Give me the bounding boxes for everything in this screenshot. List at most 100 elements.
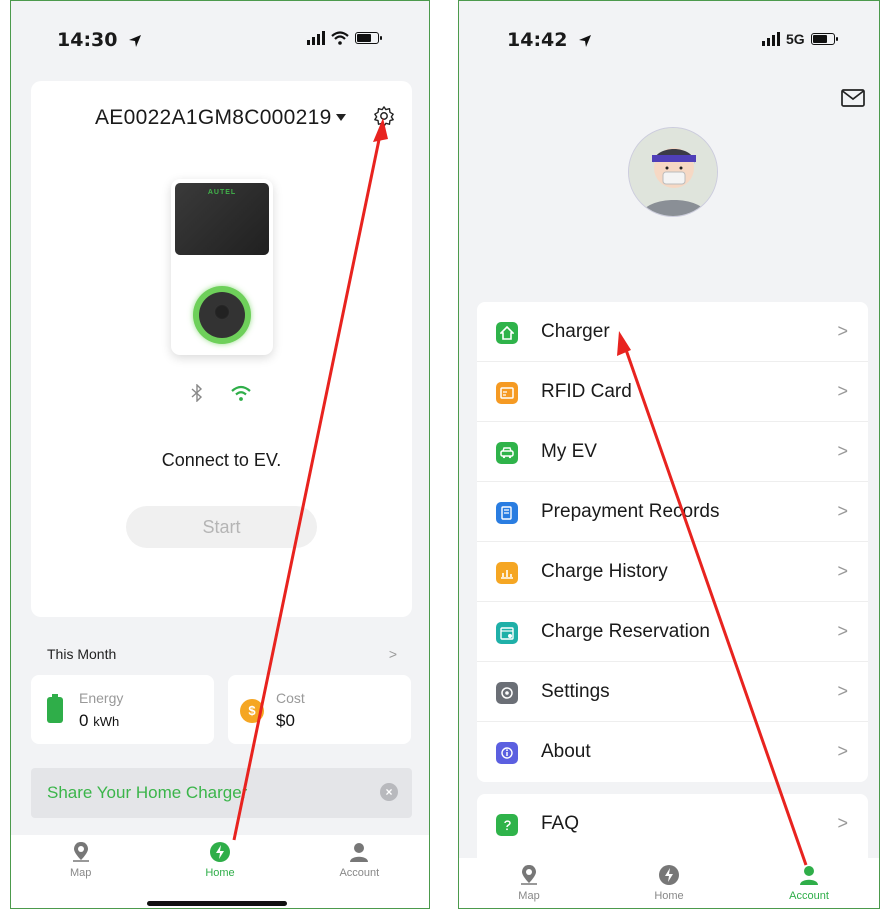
card-icon bbox=[496, 382, 518, 404]
chevron-right-icon: > bbox=[837, 681, 848, 701]
status-indicators: 5G bbox=[762, 31, 838, 47]
chevron-right-icon: > bbox=[837, 441, 848, 461]
charger-image: AUTEL bbox=[171, 179, 273, 355]
charger-id-selector[interactable]: AE0022A1GM8C000219 bbox=[95, 106, 332, 130]
mail-icon[interactable] bbox=[841, 89, 865, 107]
battery-energy-icon bbox=[47, 694, 63, 723]
calendar-icon bbox=[496, 622, 518, 644]
menu-item-label: FAQ bbox=[541, 813, 580, 834]
menu-item-my-ev[interactable]: My EV > bbox=[477, 422, 868, 482]
map-pin-icon bbox=[72, 842, 89, 862]
battery-icon bbox=[810, 33, 838, 45]
account-menu: Charger > RFID Card > My EV > Prepayment… bbox=[477, 302, 868, 782]
battery-icon bbox=[355, 32, 382, 44]
charger-status-ring bbox=[193, 286, 251, 344]
bolt-icon bbox=[209, 842, 230, 862]
charger-display: AUTEL bbox=[175, 183, 269, 255]
share-charger-banner[interactable]: Share Your Home Charger × bbox=[31, 768, 412, 818]
chevron-right-icon: > bbox=[837, 621, 848, 641]
person-icon bbox=[800, 866, 818, 885]
tab-map-label: Map bbox=[69, 867, 92, 879]
chevron-right-icon: > bbox=[388, 646, 397, 662]
location-arrow-icon bbox=[579, 34, 592, 47]
receipt-icon bbox=[496, 502, 518, 524]
menu-item-label: Charger bbox=[541, 321, 610, 342]
status-time: 14:42 bbox=[507, 29, 592, 51]
cost-card: $ Cost $0 bbox=[228, 675, 411, 744]
start-button[interactable]: Start bbox=[126, 506, 317, 548]
question-icon bbox=[496, 814, 518, 836]
account-screen: 14:42 5G Charger > RFID Card > My EV > P… bbox=[458, 0, 880, 909]
tab-home[interactable]: Home bbox=[150, 835, 289, 908]
status-indicators bbox=[307, 31, 382, 45]
cost-label: Cost bbox=[276, 690, 305, 706]
status-bar: 14:42 5G bbox=[459, 1, 879, 71]
bolt-icon bbox=[659, 865, 679, 885]
share-charger-text[interactable]: Share Your Home Charger bbox=[47, 783, 247, 803]
cellular-signal-icon bbox=[762, 32, 780, 46]
tab-map[interactable]: Map bbox=[11, 835, 150, 908]
avatar[interactable] bbox=[628, 127, 718, 217]
connection-status-text: Connect to EV. bbox=[161, 450, 282, 470]
home-screen: 14:30 AE0022A1GM8C000219 AUTEL Connect t… bbox=[10, 0, 430, 909]
menu-item-label: My EV bbox=[541, 441, 597, 462]
faq-card: FAQ > bbox=[477, 794, 868, 858]
menu-item-charge-history[interactable]: Charge History > bbox=[477, 542, 868, 602]
settings-gear-icon[interactable] bbox=[373, 105, 395, 127]
person-icon bbox=[350, 843, 369, 862]
car-icon bbox=[496, 442, 518, 464]
chevron-right-icon: > bbox=[837, 381, 848, 401]
network-type: 5G bbox=[786, 31, 805, 47]
tab-account-label: Account bbox=[339, 867, 380, 879]
wifi-connected-icon bbox=[231, 385, 251, 401]
wifi-icon bbox=[331, 31, 349, 45]
cellular-signal-icon bbox=[307, 31, 325, 45]
chevron-right-icon: > bbox=[837, 813, 848, 833]
menu-item-label: Charge History bbox=[541, 561, 668, 582]
gear-icon bbox=[496, 682, 518, 704]
tab-account[interactable]: Account bbox=[290, 835, 429, 908]
this-month-row[interactable]: This Month > bbox=[47, 646, 397, 662]
tab-bar: Map Home Account bbox=[11, 835, 429, 908]
energy-label: Energy bbox=[79, 690, 124, 706]
location-arrow-icon bbox=[129, 34, 142, 47]
chevron-right-icon: > bbox=[837, 321, 848, 341]
tab-account[interactable]: Account bbox=[739, 858, 879, 908]
menu-item-settings[interactable]: Settings > bbox=[477, 662, 868, 722]
tab-bar: Map Home Account bbox=[459, 858, 879, 908]
menu-item-charger[interactable]: Charger > bbox=[477, 302, 868, 362]
chevron-right-icon: > bbox=[837, 561, 848, 581]
chevron-right-icon: > bbox=[837, 741, 848, 761]
bluetooth-icon bbox=[191, 384, 203, 402]
map-pin-icon bbox=[521, 865, 537, 885]
close-icon[interactable]: × bbox=[380, 783, 398, 801]
this-month-label: This Month bbox=[47, 646, 117, 662]
coin-icon: $ bbox=[240, 699, 264, 723]
menu-item-label: Charge Reservation bbox=[541, 621, 710, 642]
menu-item-label: About bbox=[541, 741, 591, 762]
home-icon bbox=[496, 322, 518, 344]
energy-value: 0 kWh bbox=[79, 711, 120, 730]
tab-home[interactable]: Home bbox=[599, 858, 739, 908]
menu-item-about[interactable]: About > bbox=[477, 722, 868, 782]
bar-chart-icon bbox=[496, 562, 518, 584]
tab-home-label: Home bbox=[654, 890, 684, 902]
status-time-text: 14:30 bbox=[57, 29, 118, 51]
status-time: 14:30 bbox=[57, 29, 142, 51]
caret-down-icon[interactable] bbox=[336, 114, 346, 121]
charger-card: AE0022A1GM8C000219 AUTEL Connect to EV. … bbox=[31, 81, 412, 617]
menu-item-faq[interactable]: FAQ > bbox=[477, 794, 868, 854]
menu-item-charge-reservation[interactable]: Charge Reservation > bbox=[477, 602, 868, 662]
menu-item-rfid-card[interactable]: RFID Card > bbox=[477, 362, 868, 422]
tab-map[interactable]: Map bbox=[459, 858, 599, 908]
tab-account-label: Account bbox=[789, 890, 829, 902]
avatar-illustration bbox=[629, 128, 717, 216]
menu-item-prepayment-records[interactable]: Prepayment Records > bbox=[477, 482, 868, 542]
connection-icons bbox=[191, 384, 251, 402]
tab-map-label: Map bbox=[518, 890, 540, 902]
status-bar: 14:30 bbox=[11, 1, 429, 71]
tab-home-label: Home bbox=[205, 867, 235, 879]
chevron-right-icon: > bbox=[837, 501, 848, 521]
info-icon bbox=[496, 742, 518, 764]
home-indicator bbox=[147, 901, 287, 906]
